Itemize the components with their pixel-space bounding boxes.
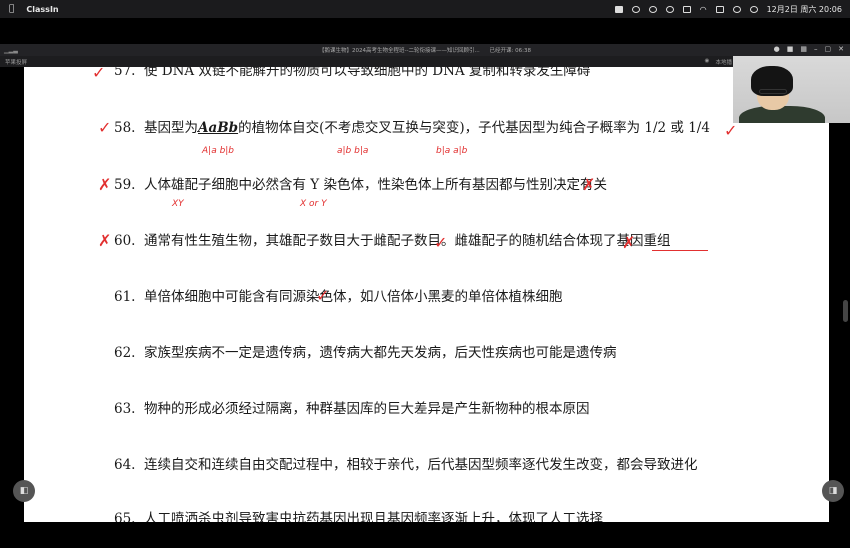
- chromosome-diagram-c: b|a a|b: [436, 146, 468, 156]
- window-titlebar: ▁▂▃ 【鹅课生物】2024高考生物全程班--二轮衔接课——知识回顾引... 已…: [0, 44, 850, 56]
- tool-icon: ◧: [19, 486, 29, 496]
- battery-icon[interactable]: [682, 5, 691, 13]
- moon-icon[interactable]: [648, 5, 657, 13]
- record-icon[interactable]: [631, 5, 640, 13]
- apple-icon[interactable]: : [9, 4, 14, 14]
- check-mark: ✓: [92, 67, 106, 82]
- red-underline: [652, 250, 708, 251]
- cross-mark: ✗: [98, 231, 112, 250]
- doc-icon: ◨: [828, 486, 838, 496]
- check-mark: ✓: [434, 233, 448, 252]
- left-tool-button[interactable]: ◧: [13, 480, 35, 502]
- handwritten-xy: XY: [172, 199, 184, 209]
- camera-icon[interactable]: ■: [787, 45, 794, 53]
- class-title: 【鹅课生物】2024高考生物全程班--二轮衔接课——知识回顾引... 已经开课:…: [319, 48, 531, 54]
- shared-document: ✓ 57. 使 DNA 双链不能解开的物质可以导致细胞中的 DNA 复制和转录发…: [24, 67, 829, 522]
- chromosome-diagram-a: A|a b|b: [202, 146, 235, 156]
- maximize-icon[interactable]: ▢: [825, 45, 832, 53]
- local-play-icon[interactable]: ◉: [705, 58, 710, 66]
- handwritten-x-or-y: X or Y: [300, 199, 327, 209]
- right-tool-button[interactable]: ◨: [822, 480, 844, 502]
- status-icons: ◠ 12月2日 周六 20:06: [614, 0, 842, 18]
- check-mark: ✓: [724, 121, 738, 140]
- window-controls: ● ■ ▦ – ▢ ✕: [774, 45, 844, 53]
- screen-share-bar: 苹果投屏 ◉ 本地播: [0, 56, 850, 67]
- chromosome-diagram-b: a|b b|a: [337, 146, 369, 156]
- layout-icon[interactable]: ▦: [800, 45, 807, 53]
- classin-tray-icon[interactable]: [614, 5, 623, 13]
- cross-mark: ✗: [582, 175, 596, 194]
- search-icon[interactable]: [732, 5, 741, 13]
- datetime[interactable]: 12月2日 周六 20:06: [767, 4, 842, 15]
- airplay-label[interactable]: 苹果投屏: [5, 58, 27, 66]
- macos-menubar:  ClassIn ◠ 12月2日 周六 20:06: [0, 0, 850, 18]
- close-icon[interactable]: ✕: [838, 45, 844, 53]
- share-controls: ◉ 本地播: [705, 58, 732, 66]
- side-drawer-handle[interactable]: [843, 300, 848, 322]
- webcam-person-shirt: [739, 106, 825, 123]
- siri-icon[interactable]: [749, 5, 758, 13]
- focus-icon[interactable]: [665, 5, 674, 13]
- genotype-text: AaBb: [198, 120, 239, 136]
- control-center-icon[interactable]: [715, 5, 724, 13]
- local-play-label[interactable]: 本地播: [715, 58, 732, 66]
- webcam-person-glasses: [759, 89, 787, 94]
- teacher-webcam[interactable]: [733, 56, 850, 123]
- cross-mark: ✗: [622, 233, 636, 252]
- check-mark: ✓: [98, 118, 112, 137]
- app-name[interactable]: ClassIn: [26, 5, 58, 14]
- cross-mark: ✗: [98, 175, 112, 194]
- mic-icon[interactable]: ●: [774, 45, 780, 53]
- class-timer: 已经开课: 06:38: [489, 48, 531, 54]
- minimize-icon[interactable]: –: [814, 45, 818, 53]
- black-spacer: [0, 18, 850, 44]
- check-mark: ✓: [316, 286, 330, 305]
- wifi-icon[interactable]: ◠: [700, 5, 707, 14]
